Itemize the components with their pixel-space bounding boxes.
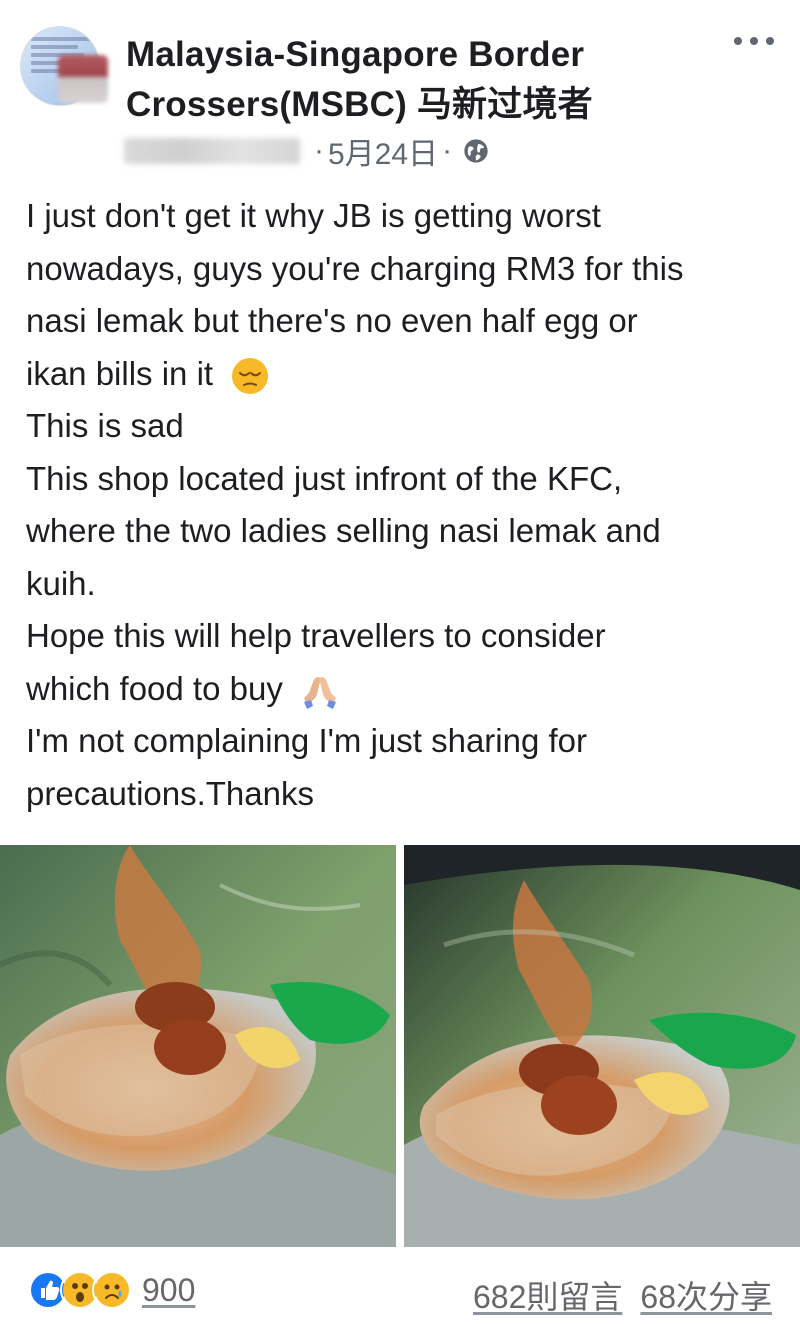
post-line: ikan bills in it	[26, 348, 786, 401]
globe-icon	[464, 139, 488, 163]
post-line: which food to buy	[26, 663, 786, 716]
post-line: nowadays, guys you're charging RM3 for t…	[26, 249, 684, 287]
facebook-post: Malaysia-Singapore Border Crossers(MSBC)…	[0, 0, 800, 1324]
post-line-text: ikan bills in it	[26, 354, 214, 392]
nasi-lemak-photo-left[interactable]	[0, 845, 396, 1247]
post-line: nasi lemak but there's no even half egg …	[26, 302, 638, 339]
post-line: Hope this will help travellers to consid…	[26, 617, 606, 654]
post-line: This shop located just infront of the KF…	[26, 459, 623, 497]
post-line: kuih.	[26, 564, 96, 602]
post-date[interactable]: 5月24日	[328, 129, 438, 173]
post-line: precautions.Thanks	[26, 774, 314, 812]
post-line: I just don't get it why JB is getting wo…	[26, 197, 601, 234]
blurred-poster-name	[124, 138, 300, 164]
post-line: where the two ladies selling nasi lemak …	[26, 512, 661, 549]
engagement-links: 682則留言 68次分享	[473, 1272, 772, 1318]
more-options-icon[interactable]	[734, 26, 774, 56]
meta-separator: ·	[442, 134, 453, 167]
group-name[interactable]: Malaysia-Singapore Border Crossers(MSBC)…	[126, 30, 686, 130]
shares-count-link[interactable]: 68次分享	[640, 1272, 772, 1318]
post-header: Malaysia-Singapore Border Crossers(MSBC)…	[0, 0, 800, 190]
post-body: I just don't get it why JB is getting wo…	[26, 190, 786, 820]
blurred-user-avatar	[58, 55, 108, 103]
post-line: This is sad	[26, 407, 184, 444]
reaction-summary[interactable]: 900	[28, 1270, 195, 1310]
nasi-lemak-photo-right[interactable]	[404, 845, 800, 1247]
folded-hands-icon	[304, 676, 337, 709]
nasi-lemak-image	[0, 845, 396, 1247]
comments-count-link[interactable]: 682則留言	[473, 1272, 622, 1318]
post-meta: · 5月24日 ·	[124, 133, 490, 171]
meta-separator: ·	[314, 134, 324, 167]
pensive-face-icon	[232, 357, 269, 394]
post-line: I'm not complaining I'm just sharing for	[26, 722, 587, 759]
post-line-text: which food to buy	[26, 669, 283, 707]
sad-icon	[92, 1270, 132, 1310]
post-footer: 900 682則留言 68次分享	[0, 1256, 800, 1318]
post-photo-grid	[0, 845, 800, 1247]
reaction-count[interactable]: 900	[142, 1272, 195, 1309]
nasi-lemak-image	[404, 845, 800, 1247]
